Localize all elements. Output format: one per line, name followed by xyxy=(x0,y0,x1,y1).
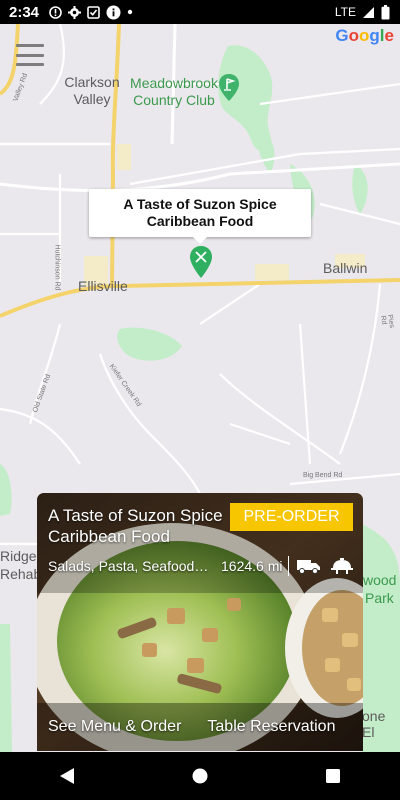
settings-gear-icon xyxy=(68,5,82,19)
map-label-one-el: one El xyxy=(362,708,386,740)
golf-course-icon xyxy=(219,74,239,101)
map-label-wood: wood xyxy=(363,572,397,588)
cuisine-tags: Salads, Pasta, Seafood, ... xyxy=(48,558,211,574)
battery-icon xyxy=(381,4,390,19)
see-menu-order-button[interactable]: See Menu & Order xyxy=(48,718,181,736)
recents-icon[interactable] xyxy=(313,756,353,796)
map-label-ellisville: Ellisville xyxy=(78,278,128,294)
map-label-ballwin: Ballwin xyxy=(323,260,368,276)
map-label-meadowbrook: Meadowbrook Country Club xyxy=(130,75,218,108)
table-reservation-button[interactable]: Table Reservation xyxy=(207,718,335,736)
info-window-line1: A Taste of Suzon Spice xyxy=(123,196,277,212)
restaurant-name: A Taste of Suzon Spice Caribbean Food xyxy=(48,506,223,546)
pre-order-button[interactable]: PRE-ORDER xyxy=(230,503,353,531)
status-bar: 2:34 LTE xyxy=(0,0,400,24)
info-icon xyxy=(106,5,121,19)
map-label-ridge: Ridge xyxy=(0,548,37,564)
card-actions: See Menu & Order Table Reservation xyxy=(37,703,363,751)
alert-circle-icon xyxy=(49,5,62,19)
check-box-icon xyxy=(87,5,100,19)
info-window-line2: Caribbean Food xyxy=(146,213,254,229)
back-icon[interactable] xyxy=(47,756,87,796)
system-nav-bar xyxy=(0,752,400,800)
status-time: 2:34 xyxy=(9,3,40,21)
dot-icon xyxy=(127,9,133,15)
map-label-clarkson: Clarkson Valley xyxy=(64,74,120,107)
menu-hamburger-icon[interactable] xyxy=(16,44,44,66)
home-icon[interactable] xyxy=(180,756,220,796)
distance: 1624.6 mi xyxy=(221,558,283,574)
restaurant-card[interactable]: A Taste of Suzon Spice Caribbean Food PR… xyxy=(37,493,363,751)
road-label-hutchinson: Hutchinson Rd xyxy=(53,244,61,291)
marker-info-window[interactable]: A Taste of Suzon Spice Caribbean Food xyxy=(89,189,311,244)
road-label-big-bend: Big Bend Rd xyxy=(303,472,343,479)
restaurant-marker-icon[interactable] xyxy=(190,246,212,278)
google-logo: Google xyxy=(335,26,394,45)
signal-icon xyxy=(363,6,374,18)
meta-divider xyxy=(288,556,290,576)
restaurant-meta: Salads, Pasta, Seafood, ... 1624.6 mi xyxy=(48,556,358,576)
delivery-truck-icon xyxy=(297,560,321,574)
map-label-park: Park xyxy=(365,590,394,606)
network-type: LTE xyxy=(334,5,356,19)
dine-in-cloche-icon xyxy=(331,558,354,574)
status-notification-icons xyxy=(49,5,133,20)
map-label-rehab: Rehab xyxy=(0,566,42,582)
